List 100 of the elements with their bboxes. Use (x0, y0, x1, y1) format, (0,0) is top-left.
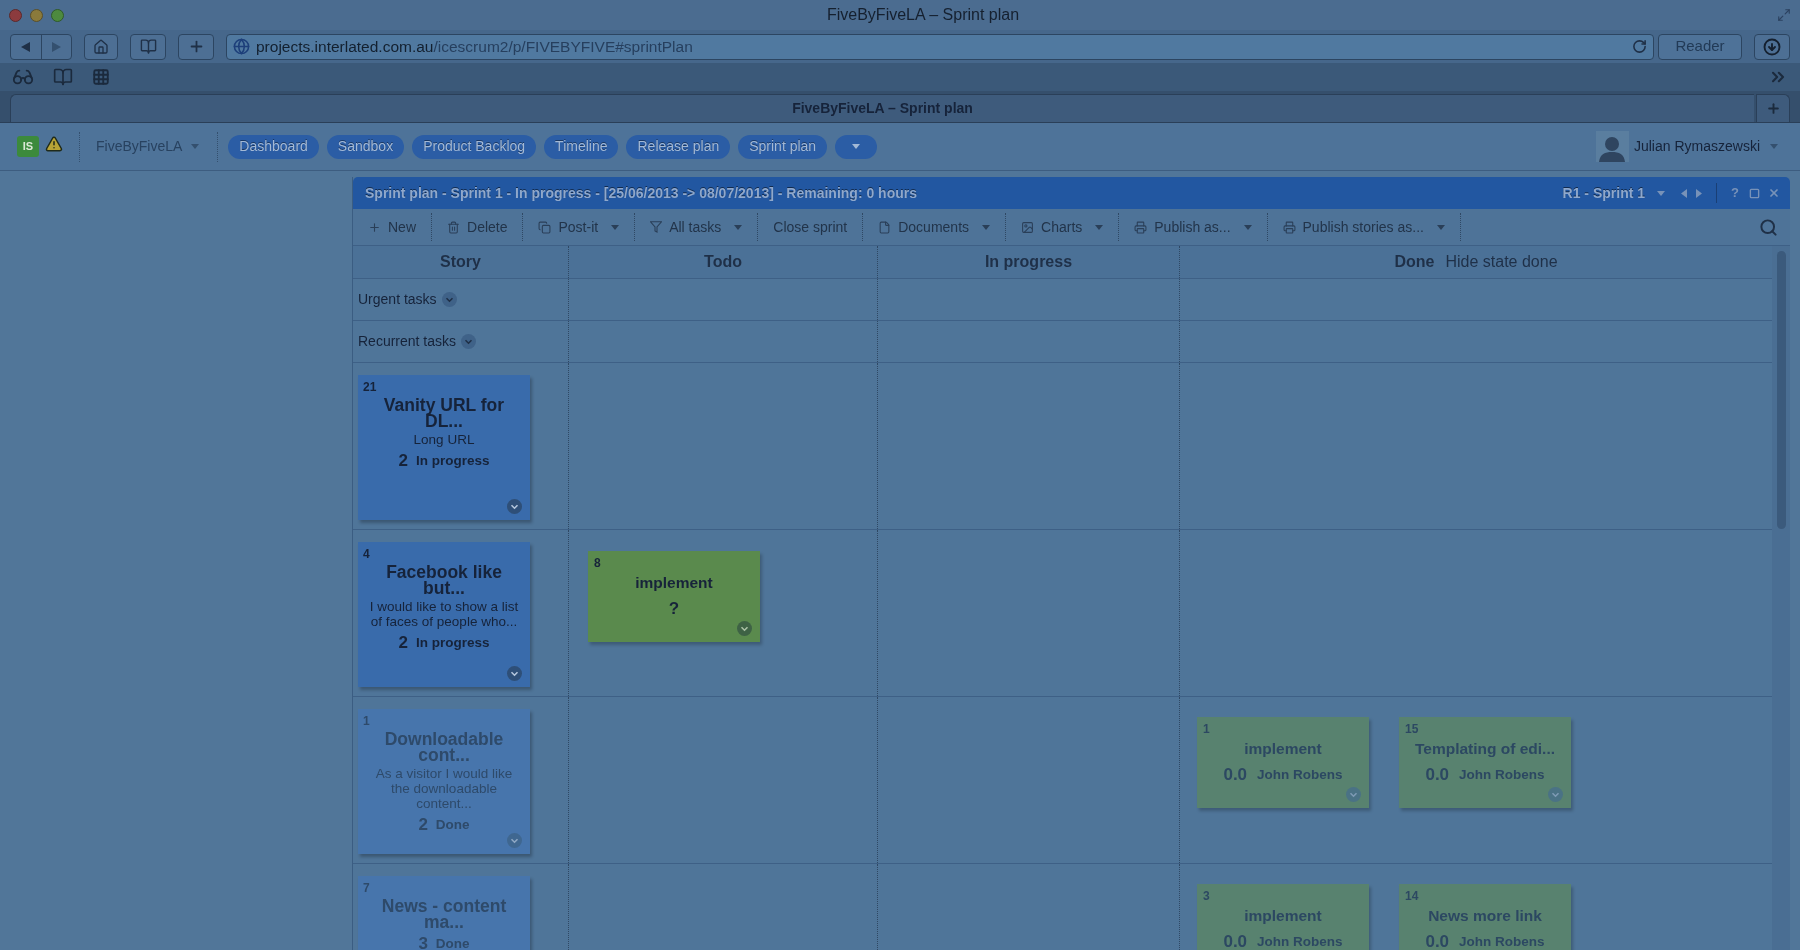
story-title: Vanity URL for DL... (382, 397, 506, 429)
task-estimate: 0.0 (1223, 932, 1248, 950)
story-card[interactable]: 4 Facebook like but... I would like to show a list of faces of people who... 2 In progress (358, 542, 530, 687)
nav-pill[interactable]: Product Backlog (412, 134, 537, 159)
task-group-label: Urgent tasks (358, 290, 437, 309)
task-number: 15 (1405, 722, 1420, 736)
image-icon (1021, 220, 1035, 234)
app-logo[interactable]: IS (17, 136, 39, 157)
caret-icon (734, 224, 743, 230)
reload-icon[interactable] (1632, 39, 1647, 54)
chevron-circle-icon[interactable] (507, 666, 522, 681)
toolbar-button[interactable]: All tasks (635, 213, 759, 241)
story-card[interactable]: 1 Downloadable cont... As a visitor I would like the downloadable content... 2 Done (358, 709, 530, 854)
task-card[interactable]: 8 implement ? (588, 551, 760, 642)
caret-icon (191, 144, 200, 149)
task-estimate: ? (668, 599, 680, 619)
column-header: Done (1394, 252, 1435, 272)
back-forward-button[interactable] (10, 33, 72, 60)
grid-icon[interactable] (92, 68, 110, 86)
story-state: Done (435, 816, 470, 834)
caret-icon (1436, 224, 1445, 230)
story-card[interactable]: 7 News - content ma... 3 Done (358, 876, 530, 950)
task-card[interactable]: 1 implement 0.0 John Robens (1197, 717, 1369, 808)
chevron-circle-icon[interactable] (461, 334, 477, 349)
task-assignee: John Robens (1257, 933, 1343, 950)
toolbar-button[interactable]: Delete (432, 213, 524, 241)
nav-pill[interactable]: Sprint plan (738, 134, 828, 159)
story-points: 2 (398, 633, 408, 653)
task-card[interactable]: 15 Templating of edi... 0.0 John Robens (1399, 717, 1571, 808)
previous-arrow-icon[interactable] (1681, 188, 1688, 198)
task-number: 14 (1405, 889, 1420, 903)
story-points: 3 (418, 934, 428, 950)
window-close-icon[interactable] (9, 8, 22, 22)
story-number: 7 (363, 881, 371, 895)
story-state: In progress (415, 452, 490, 470)
address-field[interactable]: projects.interlated.com.au/icescrum2/p/FIVEBYFIVE#sprintPlan (226, 33, 1654, 60)
caret-icon (1243, 224, 1252, 230)
task-card[interactable]: 14 News more link 0.0 John Robens (1399, 884, 1571, 950)
story-state: Done (435, 935, 470, 950)
window-zoom-icon[interactable] (51, 8, 64, 22)
user-avatar[interactable] (1595, 131, 1629, 162)
task-assignee: John Robens (1257, 766, 1343, 784)
plus-icon (1765, 101, 1781, 116)
new-tab-button[interactable] (1756, 94, 1790, 122)
browser-tab[interactable]: FiveByFiveLA – Sprint plan (10, 94, 1754, 122)
task-estimate: 0.0 (1425, 932, 1450, 950)
chevron-circle-icon[interactable] (507, 499, 522, 514)
story-title: Downloadable cont... (383, 731, 505, 763)
maximize-icon[interactable] (1749, 187, 1760, 199)
book-icon[interactable] (53, 67, 73, 87)
hide-done-link[interactable]: Hide state done (1445, 250, 1558, 274)
task-number: 8 (594, 556, 602, 570)
story-card[interactable]: 21 Vanity URL for DL... Long URL 2 In progress (358, 375, 530, 520)
nav-pill[interactable]: Dashboard (228, 134, 319, 159)
url-path: /icescrum2/p/FIVEBYFIVE#sprintPlan (433, 37, 693, 55)
nav-pill[interactable]: Release plan (626, 134, 731, 159)
forward-arrow-icon[interactable] (51, 41, 61, 52)
user-menu[interactable]: Julian Rymaszewski (1633, 136, 1778, 157)
downloads-button[interactable] (1754, 33, 1790, 60)
window-minimize-icon[interactable] (30, 8, 43, 22)
chevron-circle-icon[interactable] (507, 833, 522, 848)
nav-pill[interactable]: Timeline (544, 134, 619, 159)
task-card[interactable]: 3 implement 0.0 John Robens (1197, 884, 1369, 950)
help-button[interactable]: ? (1731, 183, 1739, 203)
task-group-label: Recurrent tasks (358, 332, 457, 351)
trash-icon (447, 220, 460, 234)
story-points: 2 (418, 815, 428, 835)
nav-pill[interactable]: Sandbox (326, 134, 405, 159)
toolbar-button[interactable]: Publish as... (1119, 213, 1268, 241)
chevron-circle-icon[interactable] (441, 292, 457, 307)
chevron-circle-icon[interactable] (737, 621, 752, 636)
task-assignee: John Robens (1459, 933, 1545, 950)
toolbar-button[interactable]: Charts (1006, 213, 1120, 241)
search-icon[interactable] (1759, 217, 1778, 237)
toolbar-button[interactable]: Publish stories as... (1267, 213, 1461, 241)
column-header: In progress (984, 252, 1073, 272)
home-button[interactable] (84, 33, 118, 60)
warning-icon[interactable] (45, 134, 63, 153)
plus-icon (368, 220, 381, 234)
close-icon[interactable] (1768, 187, 1780, 199)
toolbar-button[interactable]: Post-it (523, 213, 636, 241)
story-description: Long URL (412, 432, 476, 447)
window-title: FiveByFiveLA – Sprint plan (826, 5, 1020, 25)
toolbar-button[interactable]: Close sprint (758, 213, 864, 241)
story-title: Facebook like but... (385, 564, 503, 596)
project-selector[interactable]: FiveByFiveLA (96, 136, 200, 157)
more-menu-button[interactable] (835, 134, 878, 159)
bookmarks-button[interactable] (130, 33, 166, 60)
download-icon (1763, 37, 1781, 56)
fullscreen-icon[interactable] (1777, 8, 1791, 22)
toolbar-button[interactable]: New (353, 213, 432, 241)
printer-icon (1134, 220, 1148, 234)
story-state: In progress (415, 634, 490, 652)
story-number: 1 (363, 714, 371, 728)
new-tab-button[interactable] (178, 33, 214, 60)
sprint-selector[interactable]: R1 - Sprint 1 (1562, 182, 1666, 204)
back-arrow-icon[interactable] (21, 41, 31, 52)
next-arrow-icon[interactable] (1696, 188, 1703, 198)
task-title: implement (1243, 740, 1323, 758)
toolbar-button[interactable]: Documents (863, 213, 1007, 241)
